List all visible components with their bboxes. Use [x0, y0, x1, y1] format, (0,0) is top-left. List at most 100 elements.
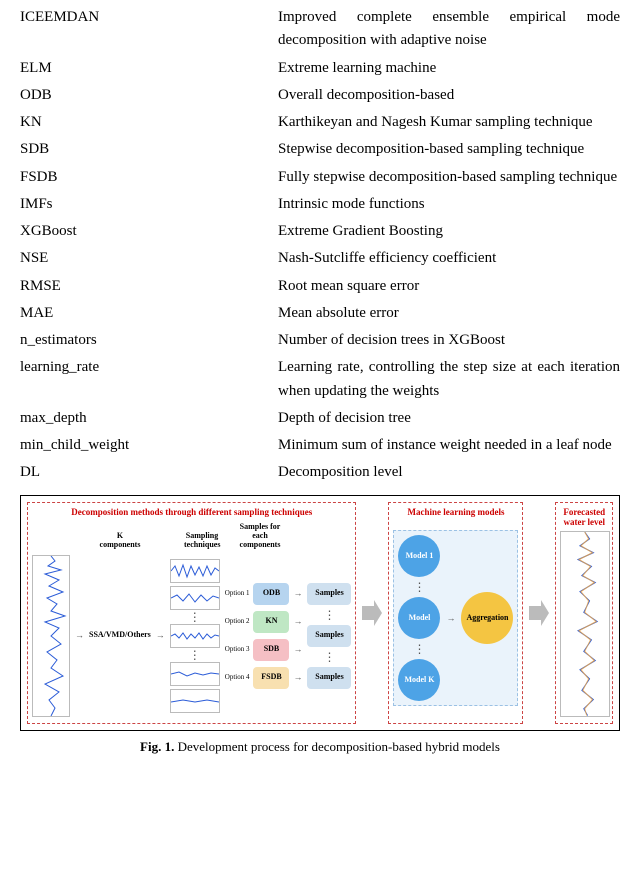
model-node: Model 1	[398, 535, 440, 577]
abbrev-definition: Number of decision trees in XGBoost	[278, 327, 620, 354]
figure-1: Decomposition methods through different …	[20, 495, 620, 731]
arrow-right-icon	[362, 502, 382, 724]
table-row: ICEEMDANImproved complete ensemble empir…	[20, 4, 620, 55]
arrow-icon: →	[293, 587, 302, 601]
abbrev-term: learning_rate	[20, 354, 278, 405]
abbrev-definition: Root mean square error	[278, 273, 620, 300]
abbrev-definition: Improved complete ensemble empirical mod…	[278, 4, 620, 55]
table-row: NSENash-Sutcliffe efficiency coefficient	[20, 245, 620, 272]
samples-column: Samples ⋮ Samples ⋮ Samples	[307, 583, 351, 689]
model-column: Model 1 ⋮ Model ⋮ Model K	[398, 535, 440, 701]
model-node: Model	[398, 597, 440, 639]
abbrev-term: NSE	[20, 245, 278, 272]
sampling-option-row: Option 3SDB →	[225, 639, 303, 661]
abbrev-definition: Fully stepwise decomposition-based sampl…	[278, 164, 620, 191]
table-row: IMFsIntrinsic mode functions	[20, 191, 620, 218]
table-row: KNKarthikeyan and Nagesh Kumar sampling …	[20, 109, 620, 136]
abbrev-definition: Stepwise decomposition-based sampling te…	[278, 136, 620, 163]
k-components-column: ⋮ ⋮	[170, 559, 220, 713]
model-node: Model K	[398, 659, 440, 701]
table-row: MAEMean absolute error	[20, 300, 620, 327]
panel-decomposition: Decomposition methods through different …	[27, 502, 356, 724]
abbrev-definition: Karthikeyan and Nagesh Kumar sampling te…	[278, 109, 620, 136]
samples-box: Samples	[307, 667, 351, 689]
abbrev-term: ODB	[20, 82, 278, 109]
arrow-icon: →	[446, 612, 455, 626]
ellipsis-icon: ⋮	[413, 583, 425, 591]
panel-ml-title: Machine learning models	[393, 507, 518, 518]
abbrev-term: DL	[20, 459, 278, 486]
sampling-option-row: Option 4FSDB→	[225, 667, 303, 689]
abbrev-definition: Minimum sum of instance weight needed in…	[278, 432, 620, 459]
figure-caption: Fig. 1. Development process for decompos…	[20, 737, 620, 757]
abbrev-term: SDB	[20, 136, 278, 163]
abbreviation-table: ICEEMDANImproved complete ensemble empir…	[20, 4, 620, 487]
arrow-icon: →	[293, 671, 302, 685]
panel-ml-models: Machine learning models Model 1 ⋮ Model …	[388, 502, 523, 724]
arrow-right-icon	[529, 502, 549, 724]
option-label: Option 3	[225, 644, 250, 655]
abbrev-term: IMFs	[20, 191, 278, 218]
abbrev-term: n_estimators	[20, 327, 278, 354]
figure-caption-text: Development process for decomposition-ba…	[174, 739, 500, 754]
ellipsis-icon: ⋮	[413, 645, 425, 653]
samples-box: Samples	[307, 625, 351, 647]
arrow-icon: →	[75, 629, 84, 643]
sampling-box-sdb: SDB	[253, 639, 289, 661]
samples-header: Samples for each components	[238, 523, 282, 549]
option-label: Option 1	[225, 588, 250, 599]
panel-decomposition-title: Decomposition methods through different …	[32, 507, 351, 518]
ellipsis-icon: ⋮	[323, 611, 335, 619]
sampling-box-kn: KN	[253, 611, 289, 633]
abbrev-term: RMSE	[20, 273, 278, 300]
table-row: DLDecomposition level	[20, 459, 620, 486]
ellipsis-icon: ⋮	[189, 651, 201, 659]
panel-output-title: Forecasted water level	[560, 507, 608, 529]
ellipsis-icon: ⋮	[323, 653, 335, 661]
table-row: ODBOverall decomposition-based	[20, 82, 620, 109]
arrow-icon: →	[293, 643, 302, 657]
abbrev-term: FSDB	[20, 164, 278, 191]
sampling-options-column: Option 1ODB→Option 2KN→Option 3SDB→Optio…	[225, 583, 303, 689]
abbrev-definition: Overall decomposition-based	[278, 82, 620, 109]
abbrev-definition: Depth of decision tree	[278, 405, 620, 432]
table-row: learning_rateLearning rate, controlling …	[20, 354, 620, 405]
panel-output: Forecasted water level	[555, 502, 613, 724]
abbrev-term: MAE	[20, 300, 278, 327]
table-row: XGBoostExtreme Gradient Boosting	[20, 218, 620, 245]
abbrev-definition: Decomposition level	[278, 459, 620, 486]
sampling-option-row: Option 1ODB →	[225, 583, 303, 605]
table-row: min_child_weightMinimum sum of instance …	[20, 432, 620, 459]
table-row: ELMExtreme learning machine	[20, 55, 620, 82]
abbrev-definition: Extreme learning machine	[278, 55, 620, 82]
input-signal-plot	[32, 555, 70, 717]
component-plot	[170, 689, 220, 713]
abbreviation-tbody: ICEEMDANImproved complete ensemble empir…	[20, 4, 620, 487]
component-plot	[170, 662, 220, 686]
abbrev-definition: Extreme Gradient Boosting	[278, 218, 620, 245]
sampling-box-odb: ODB	[253, 583, 289, 605]
figure-caption-label: Fig. 1.	[140, 739, 174, 754]
samples-box: Samples	[307, 583, 351, 605]
option-label: Option 2	[225, 616, 250, 627]
sampling-header: Sampling techniques	[184, 532, 220, 550]
arrow-icon: →	[156, 629, 165, 643]
table-row: FSDBFully stepwise decomposition-based s…	[20, 164, 620, 191]
abbrev-term: KN	[20, 109, 278, 136]
abbrev-term: max_depth	[20, 405, 278, 432]
table-row: RMSERoot mean square error	[20, 273, 620, 300]
abbrev-definition: Mean absolute error	[278, 300, 620, 327]
sampling-option-row: Option 2KN→	[225, 611, 303, 633]
abbrev-term: XGBoost	[20, 218, 278, 245]
table-row: max_depthDepth of decision tree	[20, 405, 620, 432]
kcomponents-header: K components	[96, 532, 144, 550]
table-row: SDBStepwise decomposition-based sampling…	[20, 136, 620, 163]
abbrev-term: min_child_weight	[20, 432, 278, 459]
component-plot	[170, 559, 220, 583]
sampling-box-fsdb: FSDB	[253, 667, 289, 689]
table-row: n_estimatorsNumber of decision trees in …	[20, 327, 620, 354]
abbrev-term: ICEEMDAN	[20, 4, 278, 55]
ellipsis-icon: ⋮	[189, 613, 201, 621]
decomposition-method-label: SSA/VMD/Others	[89, 629, 151, 641]
output-signal-plot	[560, 531, 610, 717]
